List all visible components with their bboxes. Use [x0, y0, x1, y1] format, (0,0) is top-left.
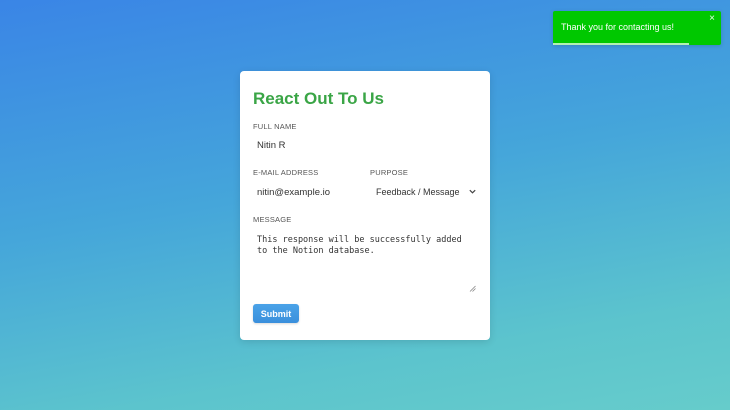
chevron-down-icon [469, 189, 476, 194]
purpose-label: PURPOSE [370, 168, 409, 177]
purpose-selected-value: Feedback / Message [376, 187, 460, 197]
toast-notification: Thank you for contacting us! × [553, 11, 721, 45]
full-name-input[interactable] [253, 135, 479, 155]
toast-message: Thank you for contacting us! [561, 22, 675, 32]
contact-form-card: React Out To Us FULL NAME E-MAIL ADDRESS… [240, 71, 490, 340]
toast-progress-bar [553, 43, 690, 45]
form-title: React Out To Us [253, 89, 384, 108]
purpose-select[interactable]: Feedback / Message [371, 182, 479, 202]
email-input[interactable] [253, 182, 365, 202]
resize-handle-icon[interactable] [469, 285, 476, 292]
email-label: E-MAIL ADDRESS [253, 168, 319, 177]
message-label: MESSAGE [253, 215, 292, 224]
close-icon[interactable]: × [709, 14, 715, 24]
full-name-label: FULL NAME [253, 122, 297, 131]
message-textarea[interactable] [254, 231, 477, 292]
submit-button[interactable]: Submit [253, 304, 299, 323]
